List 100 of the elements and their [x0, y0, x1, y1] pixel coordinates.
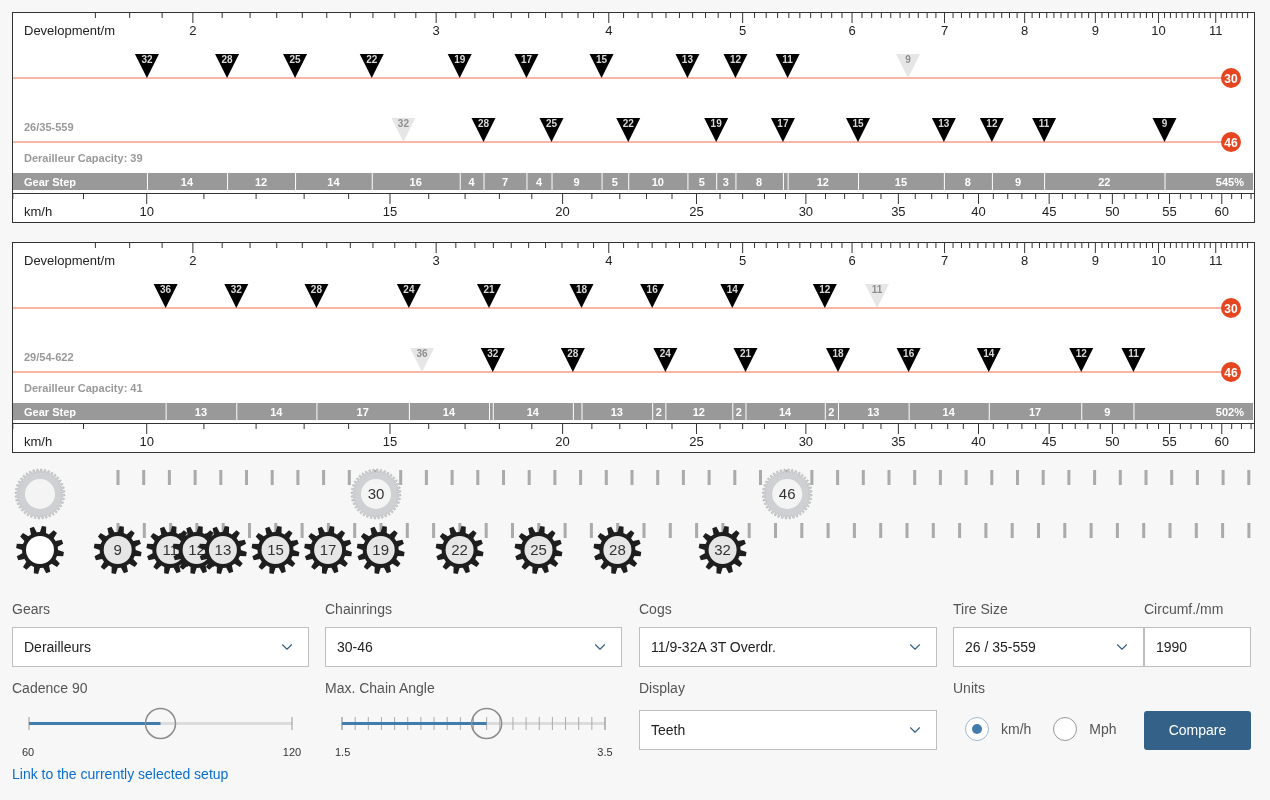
field-label: Cogs: [639, 600, 673, 619]
gear-marker: 14: [976, 348, 1001, 372]
gear-marker: 15: [846, 118, 870, 142]
axis-tick-label: 20: [555, 204, 570, 219]
field-label: Gears: [12, 600, 52, 619]
chainring-badge: 30: [1221, 68, 1241, 88]
gear-step-cell: 7: [484, 173, 527, 190]
axis-tick-label: 45: [1041, 434, 1057, 449]
gear-step-cell: 5: [688, 173, 717, 190]
gear-step-cell: 17: [989, 403, 1082, 420]
gear-marker: 17: [514, 54, 539, 78]
slider-min-label: 60: [22, 746, 35, 758]
gear-marker: 17: [770, 118, 795, 142]
axis-title: km/h: [24, 204, 53, 219]
gear-step-cell: 2: [653, 403, 666, 420]
gear-step-cell: 4: [527, 173, 552, 190]
axis-title: Development/m: [24, 253, 116, 268]
gear-step-cell: 2: [733, 403, 746, 420]
cog-drawing: 9: [93, 526, 142, 574]
field-label: Units: [953, 679, 986, 698]
gear-step-cell: 14: [746, 403, 825, 420]
gear-marker: 28: [471, 118, 496, 142]
gear-step-cell: 13: [166, 403, 237, 420]
gears-select[interactable]: Derailleurs: [12, 627, 309, 667]
gear-marker: 12: [812, 284, 837, 308]
slider-max-label: 120: [282, 746, 302, 758]
gear-step-cell: Gear Step: [13, 403, 166, 420]
compare-button[interactable]: Compare: [1144, 711, 1251, 750]
gear-marker: 18: [825, 348, 850, 372]
cog-drawing: 15: [251, 526, 300, 574]
field-label: Cadence 90: [12, 679, 89, 698]
axis-tick-label: 25: [689, 204, 704, 219]
gear-step-cell: 14: [237, 403, 317, 420]
slider[interactable]: [341, 707, 606, 740]
cogs-select[interactable]: 11/9-32A 3T Overdr.: [639, 627, 937, 667]
axis-tick-label: 2: [189, 23, 197, 38]
axis-tick-label: 45: [1041, 204, 1057, 219]
chainring-badge: 46: [1221, 132, 1241, 152]
gear-marker: 28: [560, 348, 585, 372]
gear-marker: 24: [396, 284, 421, 308]
gear-step-cell: 14: [409, 403, 489, 420]
field-label: Chainrings: [325, 600, 393, 619]
gear-step-cell: 17: [317, 403, 409, 420]
gear-marker: 21: [733, 348, 758, 372]
cog-drawing: 28: [593, 526, 642, 574]
slider[interactable]: [28, 707, 293, 740]
axis-tick-label: 30: [798, 434, 814, 449]
field-label: Circumf./mm: [1144, 600, 1225, 619]
radio-button[interactable]: [1053, 717, 1078, 741]
slider-min-label: 1.5: [335, 746, 351, 758]
gear-step-cell: 4: [460, 173, 484, 190]
gear-marker: 32: [391, 118, 416, 142]
gear-step-cell: 12: [788, 173, 858, 190]
circumference-field[interactable]: 1990: [1144, 627, 1251, 667]
axis-tick-label: 8: [1021, 23, 1029, 38]
gear-step-cell: 14: [296, 173, 372, 190]
axis-tick-label: 4: [605, 253, 613, 268]
axis-tick-label: 50: [1105, 204, 1120, 219]
cog-drawing: 32: [698, 526, 747, 574]
gear-marker: 21: [477, 284, 501, 308]
axis-tick-label: 15: [382, 204, 398, 219]
radio-button[interactable]: [965, 717, 989, 741]
display-select[interactable]: Teeth: [639, 710, 937, 750]
setup-link[interactable]: Link to the currently selected setup: [12, 764, 309, 785]
gear-step-cell: 502%: [1134, 403, 1253, 420]
gear-marker: 36: [153, 284, 178, 308]
chainring-drawing: 30: [350, 468, 402, 520]
axis-tick-label: 3: [432, 253, 440, 268]
axis-tick-label: 60: [1214, 204, 1229, 219]
axis-tick-label: 7: [940, 23, 949, 38]
slider-max-label: 3.5: [597, 746, 613, 758]
axis-tick-label: 8: [1021, 253, 1029, 268]
gear-step-cell: 8: [736, 173, 783, 190]
field-label: Max. Chain Angle: [325, 679, 436, 698]
derailleur-capacity: Derailleur Capacity: 39: [24, 152, 143, 164]
cog-drawing: 25: [514, 526, 563, 574]
gear-step-cell: 10: [629, 173, 688, 190]
gear-step-cell: 22: [1045, 173, 1165, 190]
gear-marker: 19: [447, 54, 472, 78]
gear-step-cell: 9: [992, 173, 1045, 190]
gear-marker: 28: [304, 284, 329, 308]
gear-marker: 9: [1152, 118, 1177, 142]
chainring-drawing: 46: [761, 468, 813, 520]
axis-tick-label: 5: [739, 253, 747, 268]
axis-tick-label: 55: [1162, 204, 1177, 219]
axis-tick-label: 3: [432, 23, 440, 38]
gear-marker: 28: [215, 54, 240, 78]
cog-drawing: 22: [435, 526, 484, 574]
axis-tick-label: 30: [798, 204, 814, 219]
field-label: Tire Size: [953, 600, 1009, 619]
chainring-badge: 30: [1221, 298, 1241, 318]
gear-marker: 16: [896, 348, 921, 372]
axis-tick-label: 20: [555, 434, 570, 449]
gear-step-cell: 15: [859, 173, 944, 190]
gear-marker: 11: [1032, 118, 1057, 142]
chainrings-select[interactable]: 30-46: [325, 627, 622, 667]
tire-size-select[interactable]: 26 / 35-559: [953, 627, 1144, 667]
gear-marker: 12: [979, 118, 1004, 142]
tire-size-label: 26/35-559: [24, 121, 74, 133]
gear-step-cell: 5: [602, 173, 629, 190]
